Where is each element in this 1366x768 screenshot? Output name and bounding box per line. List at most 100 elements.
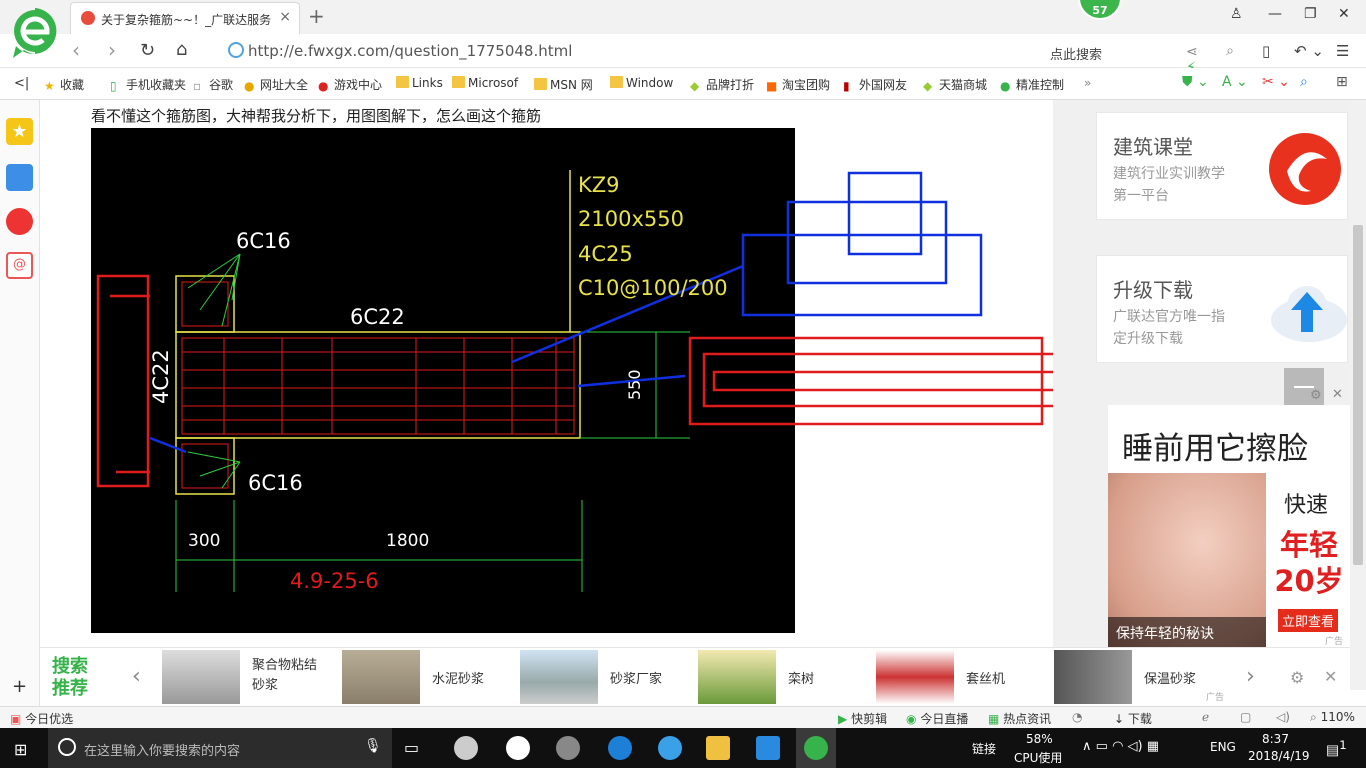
bookmark-microsoft[interactable]: Microsof — [452, 76, 518, 90]
bookmark-phone[interactable]: ▯ 手机收藏夹 — [110, 76, 186, 93]
status-live[interactable]: ◉ 今日直播 — [906, 710, 968, 727]
bookmark-window[interactable]: Window — [610, 76, 673, 90]
ad-close-icon[interactable]: ✕ — [1332, 387, 1343, 402]
cortana-icon — [58, 738, 76, 756]
column-size-label: 2100x550 — [578, 207, 684, 231]
ad-card-classroom[interactable]: 建筑课堂 建筑行业实训教学第一平台 — [1096, 112, 1348, 220]
favorites-star-icon[interactable]: ★ — [6, 118, 33, 145]
minimize-button[interactable]: — — [1268, 6, 1282, 22]
ie-taskbar-icon[interactable] — [658, 736, 682, 760]
reader-icon[interactable] — [6, 164, 33, 191]
back-button[interactable]: ‹ — [72, 38, 80, 62]
tab-close-icon[interactable]: × — [279, 9, 291, 25]
taskbar-search-input[interactable]: 在这里输入你要搜索的内容 — [84, 740, 240, 759]
shield-icon[interactable]: ⛊ ⌄ — [1182, 74, 1209, 90]
status-download[interactable]: ↓ 下载 — [1114, 710, 1152, 727]
file-explorer-icon[interactable] — [706, 736, 730, 760]
sidebar-toggle-icon[interactable]: <| — [14, 76, 29, 91]
translate-icon[interactable]: A ⌄ — [1222, 74, 1248, 90]
apps-grid-icon[interactable]: ⊞ — [1336, 74, 1348, 90]
flag-icon: ▮ — [843, 79, 850, 93]
undo-icon[interactable]: ↶ ⌄ — [1294, 42, 1324, 60]
task-view-icon[interactable]: ▭ — [404, 738, 419, 757]
bookmark-portal[interactable]: ● 网址大全 — [244, 76, 308, 93]
zoom-level[interactable]: ⌕ 110% — [1310, 710, 1355, 725]
bookmark-msn[interactable]: MSN 网 — [534, 76, 593, 93]
bookmark-foreign[interactable]: ▮ 外国网友 — [843, 76, 907, 93]
tray-icons[interactable]: ∧ ▭ ◠ ◁) ▦ — [1082, 739, 1159, 754]
ad-banner[interactable]: 睡前用它擦脸 快速 年轻20岁 立即查看 保持年轻的秘诀 — [1108, 405, 1350, 647]
dim-550-label: 550 — [625, 369, 644, 400]
settings-icon[interactable]: ⚙ — [1290, 668, 1304, 687]
forward-button[interactable]: › — [108, 38, 116, 62]
bookmark-tmall[interactable]: ◆ 天猫商城 — [923, 76, 987, 93]
tmall-icon: ◆ — [923, 79, 933, 93]
address-bar[interactable]: http://e.fwxgx.com/question_1775048.html… — [222, 38, 1198, 92]
bookmark-precise[interactable]: ● 精准控制 — [1000, 76, 1064, 93]
bookmark-taobao[interactable]: ■ 淘宝团购 — [766, 76, 830, 93]
bookmark-links[interactable]: Links — [396, 76, 443, 90]
phone-icon[interactable]: ▯ — [1262, 42, 1270, 60]
scroll-thumb[interactable] — [1353, 225, 1363, 565]
close-window-button[interactable]: ✕ — [1338, 6, 1350, 22]
browser-logo-icon[interactable] — [10, 6, 60, 60]
new-tab-button[interactable]: + — [308, 4, 325, 28]
maximize-button[interactable]: ❐ — [1304, 6, 1317, 22]
taskbar-search[interactable]: 在这里输入你要搜索的内容 🎙 — [48, 728, 392, 768]
search-input[interactable]: 点此搜索 — [1050, 44, 1102, 63]
active-browser-slot[interactable] — [796, 728, 836, 768]
window-icon[interactable]: ▢ — [1240, 710, 1251, 724]
ad-view-button[interactable]: 立即查看 — [1278, 609, 1339, 632]
scissors-icon[interactable]: ✂ ⌄ — [1262, 74, 1290, 90]
red-stirrup-sketch — [96, 274, 1074, 488]
speed-icon[interactable]: ◔ — [1072, 710, 1082, 724]
url-text[interactable]: http://e.fwxgx.com/question_1775048.html — [248, 42, 572, 60]
start-windows-icon[interactable]: ⊞ — [14, 740, 27, 759]
shirt-skin-icon[interactable]: ♙ — [1230, 6, 1243, 22]
status-news[interactable]: ▦ 热点资讯 — [988, 710, 1051, 727]
search-tool-icon[interactable]: ⌕ — [1300, 74, 1308, 90]
clock-date[interactable]: 2018/4/19 — [1248, 749, 1310, 763]
clock-time[interactable]: 8:37 — [1262, 732, 1289, 746]
search-box[interactable]: 点此搜索 ⌕ — [1040, 38, 1240, 64]
tab-active[interactable]: 关于复杂箍筋~~！_广联达服务新 × — [70, 2, 300, 34]
today-pick[interactable]: ▣ 今日优选 — [10, 710, 73, 727]
home-button[interactable]: ⌂ — [176, 39, 187, 60]
weibo-icon[interactable] — [6, 208, 33, 235]
scrollbar[interactable] — [1350, 100, 1366, 690]
status-clip[interactable]: ▶ 快剪辑 — [838, 710, 887, 727]
web-rebar-label: 6C22 — [350, 305, 405, 329]
edge-icon[interactable] — [608, 736, 632, 760]
search-icon[interactable]: ⌕ — [1226, 43, 1234, 59]
blue-stirrup-sketch — [149, 171, 983, 454]
refresh-button[interactable]: ↻ — [140, 40, 155, 61]
next-arrow-icon[interactable]: › — [1246, 664, 1255, 689]
microphone-icon[interactable]: 🎙 — [364, 738, 382, 754]
prev-arrow-icon[interactable]: ‹ — [132, 664, 141, 689]
bookmark-google[interactable]: ▫ 谷歌 — [193, 76, 233, 93]
menu-icon[interactable]: ☰ — [1336, 42, 1349, 60]
more-bookmarks-icon[interactable]: » — [1084, 76, 1091, 90]
bookmark-brand[interactable]: ◆ 品牌打折 — [690, 76, 754, 93]
ad-settings-icon[interactable]: ⚙ — [1310, 388, 1322, 403]
app-e-icon[interactable] — [506, 736, 530, 760]
glodon-app-icon[interactable] — [756, 736, 780, 760]
sound-icon[interactable]: ◁) — [1276, 710, 1290, 724]
app-spiral-icon[interactable] — [556, 736, 580, 760]
ad-card-subtitle: 广联达官方唯一指定升级下载 — [1113, 309, 1225, 347]
bookmark-star[interactable]: ★ 收藏 — [44, 76, 84, 93]
mail-icon[interactable]: @ — [6, 252, 33, 279]
app-fan-icon[interactable] — [454, 736, 478, 760]
ad-card-upgrade[interactable]: 升级下载 广联达官方唯一指定升级下载 — [1096, 255, 1348, 363]
recommend-thumb — [1054, 650, 1132, 704]
ie-icon[interactable]: ℯ — [1202, 710, 1209, 724]
page-icon: ▫ — [193, 79, 202, 93]
recommend-thumb — [876, 650, 954, 704]
bookmark-games[interactable]: ● 游戏中心 — [318, 76, 382, 93]
add-sidebar-icon[interactable]: + — [12, 676, 27, 697]
notification-icon[interactable]: ▤1 — [1326, 738, 1347, 759]
tray-link-label[interactable]: 链接 — [972, 740, 996, 757]
language-indicator[interactable]: ENG — [1210, 740, 1236, 754]
notification-badge[interactable]: 57 — [1078, 0, 1122, 20]
close-icon[interactable]: ✕ — [1324, 667, 1337, 686]
